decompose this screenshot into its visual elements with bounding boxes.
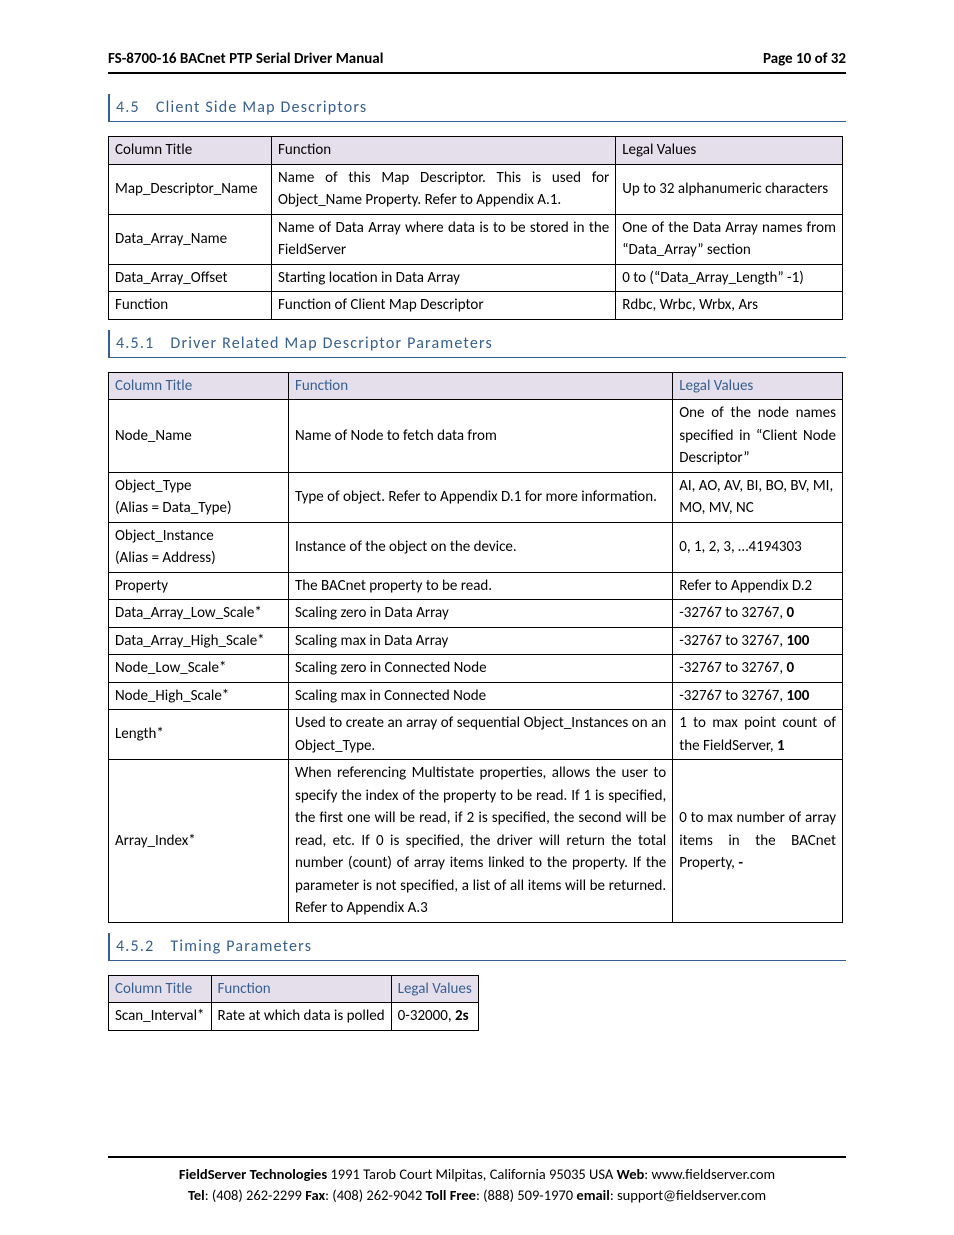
table-row: Function Function of Client Map Descript… bbox=[109, 292, 843, 320]
cell: Scan_Interval* bbox=[109, 1003, 212, 1031]
cell: Array_Index* bbox=[109, 760, 289, 923]
cell: Property bbox=[109, 572, 289, 600]
table-row: Node_Low_Scale* Scaling zero in Connecte… bbox=[109, 655, 843, 683]
cell: Data_Array_Low_Scale* bbox=[109, 600, 289, 628]
table-row: Array_Index* When referencing Multistate… bbox=[109, 760, 843, 923]
table-driver-related-params: Column Title Function Legal Values Node_… bbox=[108, 372, 843, 923]
table-timing-parameters: Column Title Function Legal Values Scan_… bbox=[108, 975, 479, 1031]
cell: 0 to max number of array items in the BA… bbox=[673, 760, 843, 923]
cell: -32767 to 32767, 100 bbox=[673, 682, 843, 710]
table-row: Scan_Interval* Rate at which data is pol… bbox=[109, 1003, 479, 1031]
section-4-5-1-heading: 4.5.1 Driver Related Map Descriptor Param… bbox=[108, 330, 846, 358]
section-4-5-2-heading: 4.5.2 Timing Parameters bbox=[108, 933, 846, 961]
doc-title: FS-8700-16 BACnet PTP Serial Driver Manu… bbox=[108, 50, 383, 68]
section-title-text: Client Side Map Descriptors bbox=[156, 98, 367, 117]
cell: One of the node names specified in “Clie… bbox=[673, 400, 843, 473]
cell: Function of Client Map Descriptor bbox=[271, 292, 615, 320]
col-header: Function bbox=[288, 372, 672, 400]
footer-line-1: FieldServer Technologies 1991 Tarob Cour… bbox=[108, 1164, 846, 1184]
cell: Data_Array_Offset bbox=[109, 264, 272, 292]
cell: -32767 to 32767, 0 bbox=[673, 600, 843, 628]
section-number: 4.5.2 bbox=[116, 937, 154, 956]
col-header: Column Title bbox=[109, 975, 212, 1003]
cell: 0, 1, 2, 3, …4194303 bbox=[673, 522, 843, 572]
cell: Node_Low_Scale* bbox=[109, 655, 289, 683]
table-row: Node_High_Scale* Scaling max in Connecte… bbox=[109, 682, 843, 710]
section-number: 4.5 bbox=[116, 98, 140, 117]
cell: Node_High_Scale* bbox=[109, 682, 289, 710]
table-row: Node_Name Name of Node to fetch data fro… bbox=[109, 400, 843, 473]
cell: Data_Array_High_Scale* bbox=[109, 627, 289, 655]
cell: Object_Type(Alias = Data_Type) bbox=[109, 472, 289, 522]
cell: Name of Node to fetch data from bbox=[288, 400, 672, 473]
col-header: Column Title bbox=[109, 137, 272, 165]
cell: Scaling zero in Data Array bbox=[288, 600, 672, 628]
cell: AI, AO, AV, BI, BO, BV, MI, MO, MV, NC bbox=[673, 472, 843, 522]
cell: Starting location in Data Array bbox=[271, 264, 615, 292]
cell: The BACnet property to be read. bbox=[288, 572, 672, 600]
table-row: Data_Array_High_Scale* Scaling max in Da… bbox=[109, 627, 843, 655]
col-header: Legal Values bbox=[616, 137, 843, 165]
col-header: Function bbox=[211, 975, 391, 1003]
table-row: Object_Instance(Alias = Address) Instanc… bbox=[109, 522, 843, 572]
cell: Name of this Map Descriptor. This is use… bbox=[271, 164, 615, 214]
table-row: Object_Type(Alias = Data_Type) Type of o… bbox=[109, 472, 843, 522]
cell: One of the Data Array names from “Data_A… bbox=[616, 214, 843, 264]
cell: Rdbc, Wrbc, Wrbx, Ars bbox=[616, 292, 843, 320]
cell: Function bbox=[109, 292, 272, 320]
cell: Scaling zero in Connected Node bbox=[288, 655, 672, 683]
page-footer: FieldServer Technologies 1991 Tarob Cour… bbox=[108, 1156, 846, 1205]
table-client-side-map-descriptors: Column Title Function Legal Values Map_D… bbox=[108, 136, 843, 320]
cell: Scaling max in Connected Node bbox=[288, 682, 672, 710]
cell: Object_Instance(Alias = Address) bbox=[109, 522, 289, 572]
cell: When referencing Multistate properties, … bbox=[288, 760, 672, 923]
table-row: Data_Array_Name Name of Data Array where… bbox=[109, 214, 843, 264]
cell: 1 to max point count of the FieldServer,… bbox=[673, 710, 843, 760]
cell: Name of Data Array where data is to be s… bbox=[271, 214, 615, 264]
table-row: Data_Array_Low_Scale* Scaling zero in Da… bbox=[109, 600, 843, 628]
col-header: Legal Values bbox=[673, 372, 843, 400]
cell: 0-32000, 2s bbox=[391, 1003, 478, 1031]
section-title-text: Driver Related Map Descriptor Parameters bbox=[170, 334, 493, 353]
cell: Node_Name bbox=[109, 400, 289, 473]
col-header: Column Title bbox=[109, 372, 289, 400]
cell: Rate at which data is polled bbox=[211, 1003, 391, 1031]
cell: Type of object. Refer to Appendix D.1 fo… bbox=[288, 472, 672, 522]
cell: Instance of the object on the device. bbox=[288, 522, 672, 572]
section-title-text: Timing Parameters bbox=[170, 937, 312, 956]
cell: -32767 to 32767, 0 bbox=[673, 655, 843, 683]
cell: Used to create an array of sequential Ob… bbox=[288, 710, 672, 760]
cell: -32767 to 32767, 100 bbox=[673, 627, 843, 655]
page-header: FS-8700-16 BACnet PTP Serial Driver Manu… bbox=[108, 50, 846, 74]
table-row: Property The BACnet property to be read.… bbox=[109, 572, 843, 600]
cell: Refer to Appendix D.2 bbox=[673, 572, 843, 600]
table-row: Map_Descriptor_Name Name of this Map Des… bbox=[109, 164, 843, 214]
page-number: Page 10 of 32 bbox=[763, 50, 846, 68]
table-row: Data_Array_Offset Starting location in D… bbox=[109, 264, 843, 292]
table-row: Length* Used to create an array of seque… bbox=[109, 710, 843, 760]
footer-line-2: Tel: (408) 262-2299 Fax: (408) 262-9042 … bbox=[108, 1185, 846, 1205]
cell: 0 to (“Data_Array_Length” -1) bbox=[616, 264, 843, 292]
cell: Data_Array_Name bbox=[109, 214, 272, 264]
cell: Map_Descriptor_Name bbox=[109, 164, 272, 214]
section-4-5-heading: 4.5 Client Side Map Descriptors bbox=[108, 94, 846, 122]
cell: Scaling max in Data Array bbox=[288, 627, 672, 655]
col-header: Function bbox=[271, 137, 615, 165]
section-number: 4.5.1 bbox=[116, 334, 154, 353]
col-header: Legal Values bbox=[391, 975, 478, 1003]
cell: Length* bbox=[109, 710, 289, 760]
cell: Up to 32 alphanumeric characters bbox=[616, 164, 843, 214]
